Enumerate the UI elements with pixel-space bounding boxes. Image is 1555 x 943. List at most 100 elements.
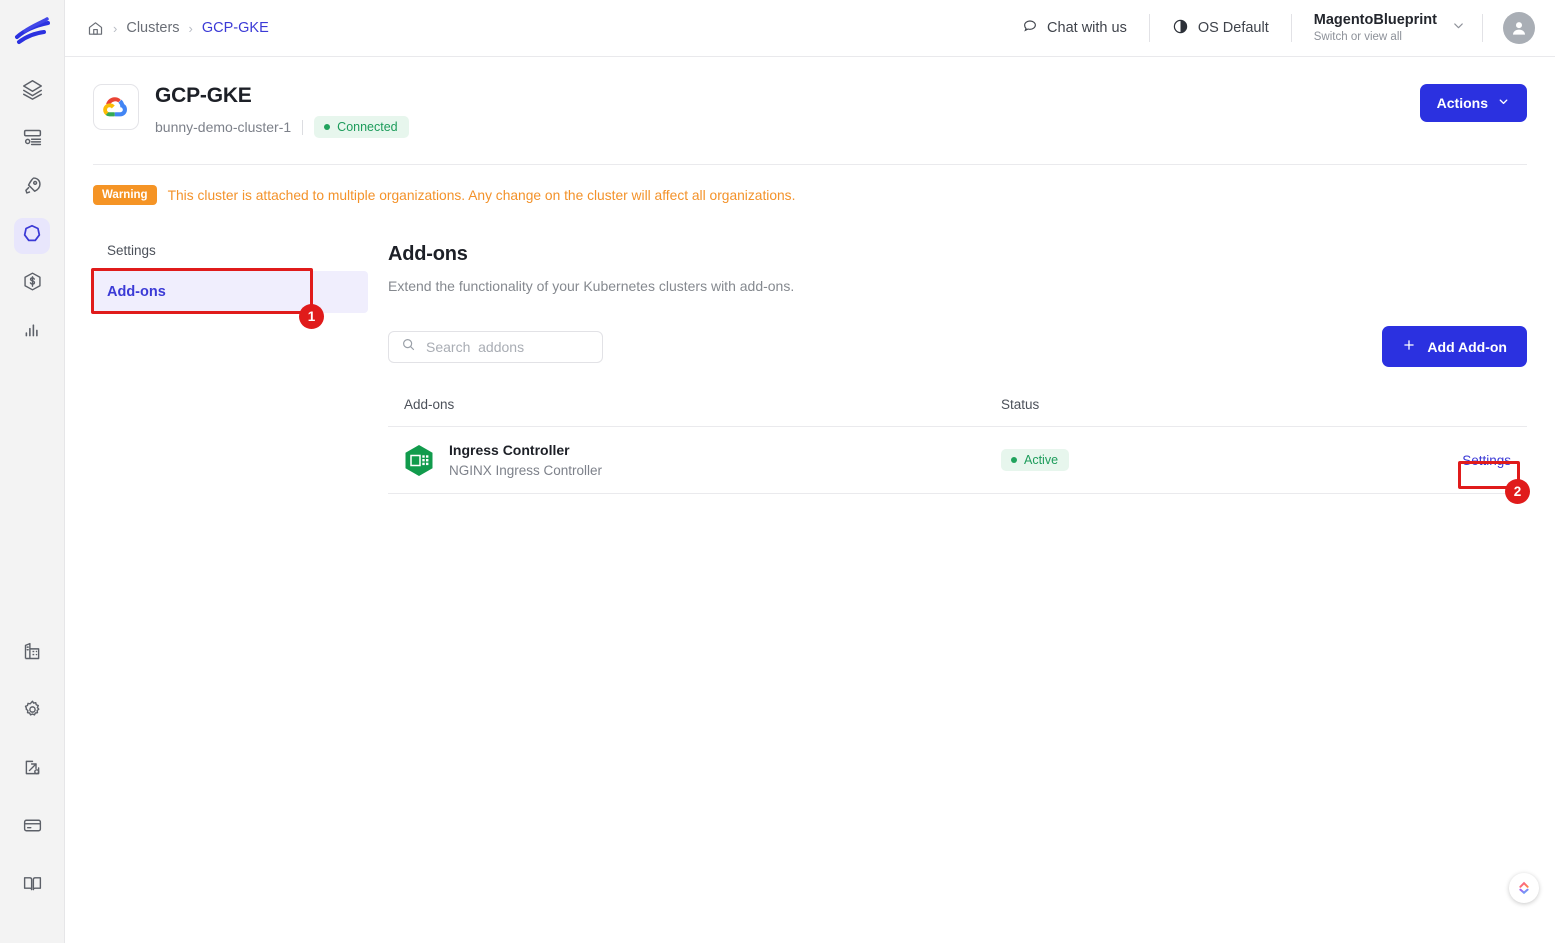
org-name: MagentoBlueprint — [1313, 12, 1437, 29]
sidebar-item-integrations[interactable] — [14, 752, 50, 788]
page-body: GCP-GKE bunny-demo-cluster-1 Connected A… — [65, 57, 1555, 943]
cluster-icon — [21, 223, 43, 250]
top-bar: › Clusters › GCP-GKE Chat with us OS Def… — [65, 0, 1555, 57]
add-addon-label: Add Add-on — [1427, 338, 1507, 355]
sidebar-item-settings[interactable] — [14, 694, 50, 730]
page-title: GCP-GKE — [155, 84, 252, 107]
column-header-addons: Add-ons — [404, 397, 455, 412]
theme-label: OS Default — [1197, 20, 1269, 36]
table-header: Add-ons Status — [388, 397, 1527, 427]
addon-description: NGINX Ingress Controller — [449, 463, 603, 478]
home-icon[interactable] — [87, 20, 104, 37]
layers-icon — [22, 79, 43, 105]
status-dot-icon — [324, 124, 331, 130]
cell-addon-status: Active — [1001, 449, 1391, 471]
addon-name: Ingress Controller — [449, 442, 570, 458]
settings-body: Settings Add-ons 1 Add-ons Extend the fu… — [65, 205, 1555, 504]
breadcrumb-current[interactable]: GCP-GKE — [202, 20, 269, 36]
annotation-badge-2: 2 — [1505, 478, 1530, 504]
addons-toolbar: Add Add-on — [388, 326, 1527, 367]
server-icon — [22, 127, 43, 153]
status-dot-icon — [1011, 457, 1017, 463]
dollar-hex-icon — [22, 271, 43, 297]
sidebar-item-environments[interactable] — [14, 122, 50, 158]
nginx-addon-icon — [404, 444, 434, 477]
brand-logo[interactable] — [12, 12, 52, 46]
breadcrumb-clusters[interactable]: Clusters — [126, 20, 179, 36]
settings-sidebar: Settings Add-ons 1 — [91, 243, 388, 494]
addon-status-label: Active — [1024, 453, 1059, 467]
google-cloud-icon — [93, 84, 139, 130]
row-settings-link[interactable]: Settings — [1462, 453, 1511, 468]
table-row: Ingress Controller NGINX Ingress Control… — [388, 427, 1530, 504]
breadcrumb-separator-2: › — [188, 20, 193, 36]
addon-text-block: Ingress Controller NGINX Ingress Control… — [449, 442, 602, 478]
warning-tag: Warning — [93, 185, 157, 205]
search-box[interactable] — [388, 330, 603, 363]
theme-toggle-button[interactable]: OS Default — [1150, 18, 1291, 39]
add-addon-button[interactable]: Add Add-on — [1382, 326, 1527, 367]
search-icon — [401, 337, 416, 357]
gear-icon — [22, 699, 43, 725]
breadcrumb: › Clusters › GCP-GKE — [87, 20, 269, 37]
actions-button-label: Actions — [1436, 95, 1488, 111]
cluster-meta: bunny-demo-cluster-1 Connected — [155, 116, 409, 138]
sidebar-item-stacks[interactable] — [14, 74, 50, 110]
cell-addon-actions: Settings 2 — [1391, 453, 1530, 504]
avatar[interactable] — [1503, 12, 1535, 44]
meta-separator — [302, 119, 304, 135]
column-header-status: Status — [1001, 397, 1040, 412]
help-widget-button[interactable] — [1509, 873, 1539, 903]
left-nav-rail — [0, 0, 65, 943]
top-bar-right: Chat with us OS Default MagentoBlueprint… — [1000, 11, 1535, 44]
annotation-badge-1: 1 — [299, 304, 324, 329]
addons-table: Add-ons Status Ingress Controller NGINX … — [388, 397, 1530, 504]
sidebar-item-add-ons[interactable]: Add-ons — [93, 271, 368, 313]
chevron-down-icon — [1451, 18, 1466, 38]
rocket-icon — [22, 175, 43, 201]
status-badge-label: Connected — [337, 120, 398, 134]
org-switch-hint: Switch or view all — [1313, 30, 1402, 43]
org-switcher-text: MagentoBlueprint Switch or view all — [1314, 11, 1437, 44]
sidebar-item-clusters[interactable] — [14, 218, 50, 254]
sidebar-item-docs[interactable] — [14, 868, 50, 904]
cluster-name: bunny-demo-cluster-1 — [155, 119, 292, 135]
sidebar-item-billing[interactable] — [14, 810, 50, 846]
plus-icon — [1402, 338, 1416, 355]
sidebar-item-costs[interactable] — [14, 266, 50, 302]
sidebar-item-deployments[interactable] — [14, 170, 50, 206]
bar-chart-icon — [22, 319, 43, 345]
actions-button[interactable]: Actions — [1419, 84, 1527, 122]
topbar-divider-3 — [1482, 14, 1483, 42]
addons-panel: Add-ons Extend the functionality of your… — [388, 243, 1530, 504]
billing-card-icon — [22, 815, 43, 841]
contrast-icon — [1172, 18, 1189, 39]
breadcrumb-separator-1: › — [113, 20, 118, 36]
rail-primary-group — [14, 68, 50, 356]
sidebar-add-ons-wrapper: Add-ons 1 — [91, 268, 368, 329]
docs-book-icon — [22, 873, 43, 899]
search-input[interactable] — [426, 338, 590, 355]
addons-title: Add-ons — [388, 243, 468, 265]
chat-with-us-label: Chat with us — [1047, 20, 1127, 36]
chat-bubble-icon — [1022, 18, 1038, 38]
app-root: › Clusters › GCP-GKE Chat with us OS Def… — [0, 0, 1555, 943]
organization-icon — [22, 641, 43, 667]
warning-banner: Warning This cluster is attached to mult… — [65, 165, 1555, 205]
org-switcher[interactable]: MagentoBlueprint Switch or view all — [1292, 11, 1482, 44]
main-column: › Clusters › GCP-GKE Chat with us OS Def… — [65, 0, 1555, 943]
integrations-icon — [22, 757, 43, 783]
warning-message: This cluster is attached to multiple org… — [167, 187, 796, 203]
cluster-info: GCP-GKE bunny-demo-cluster-1 Connected — [155, 84, 409, 138]
rail-bottom-group — [14, 625, 50, 915]
addon-status-badge: Active — [1001, 449, 1070, 471]
status-badge: Connected — [314, 116, 409, 138]
sidebar-item-organization[interactable] — [14, 636, 50, 672]
sidebar-item-analytics[interactable] — [14, 314, 50, 350]
cell-addon-name: Ingress Controller NGINX Ingress Control… — [404, 442, 1001, 478]
settings-section-label: Settings — [107, 243, 156, 258]
chat-with-us-button[interactable]: Chat with us — [1000, 18, 1149, 38]
addons-subtitle: Extend the functionality of your Kuberne… — [388, 278, 795, 294]
cluster-header: GCP-GKE bunny-demo-cluster-1 Connected A… — [65, 57, 1555, 138]
chevron-down-icon — [1497, 95, 1510, 111]
